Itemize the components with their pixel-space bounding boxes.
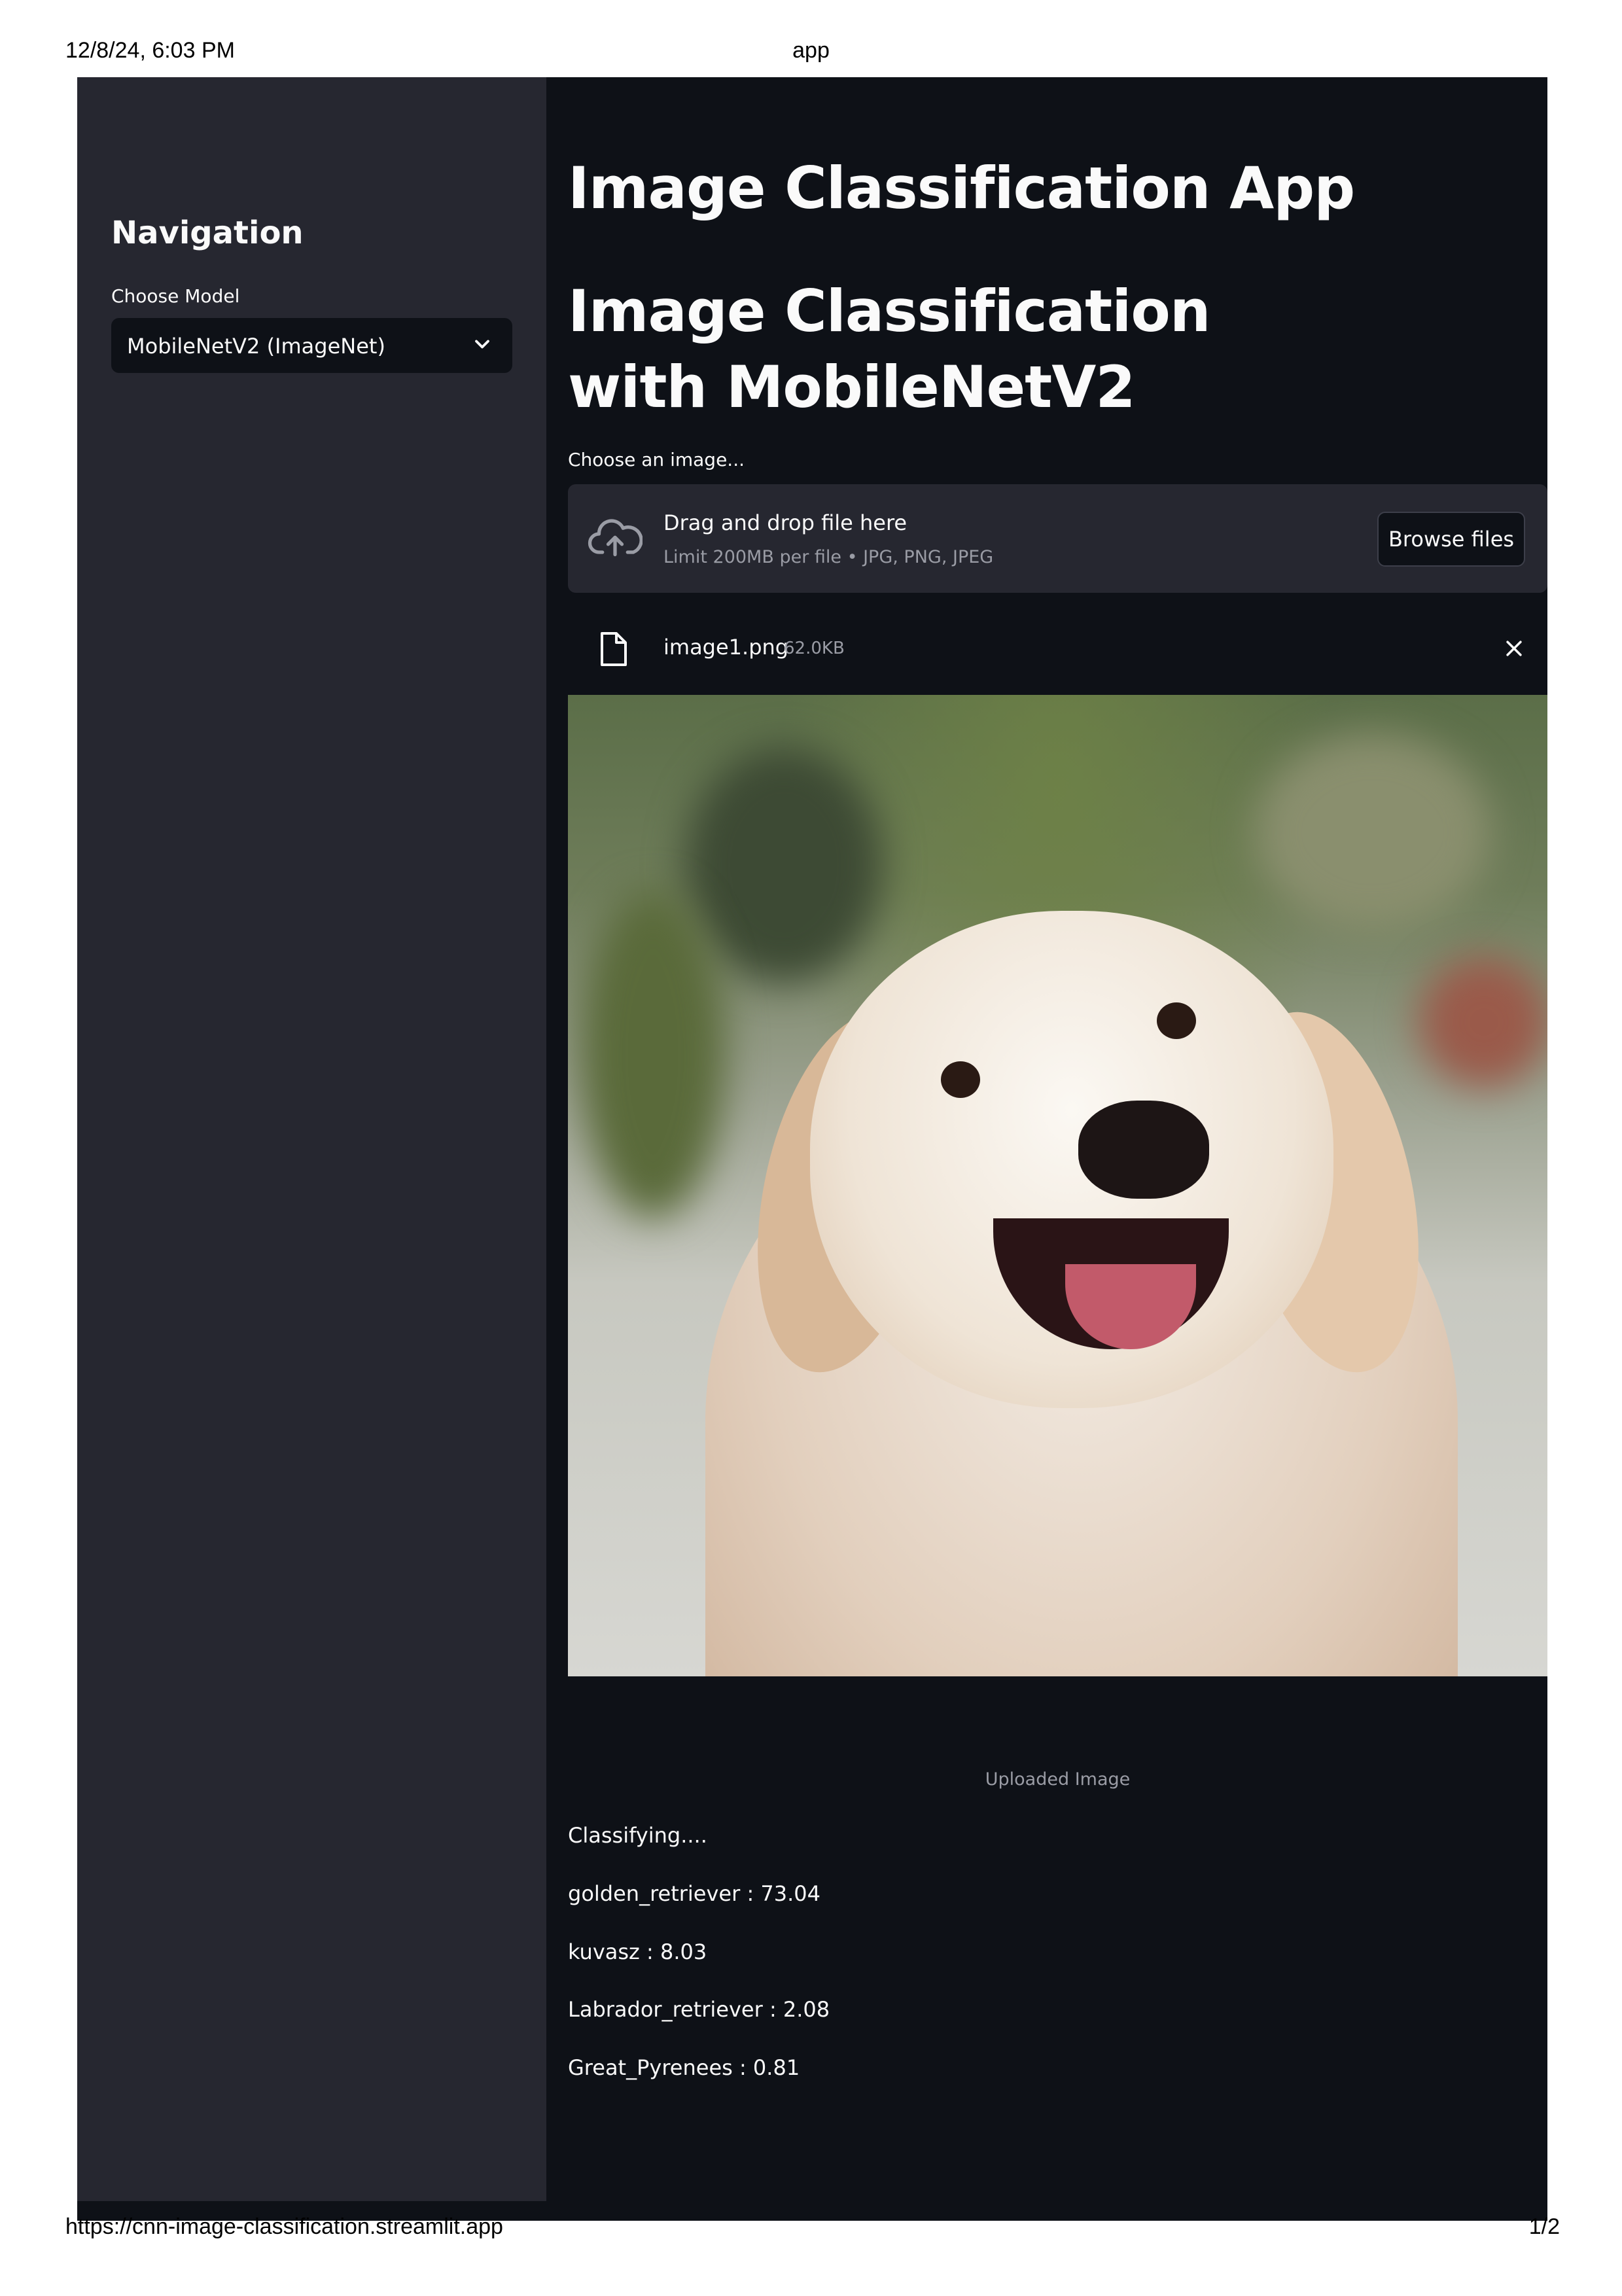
dropzone-title: Drag and drop file here [663,510,908,535]
image-caption: Uploaded Image [985,1769,1131,1790]
uploaded-file-name: image1.png [663,635,789,660]
prediction-item: Labrador_retriever : 2.08 [568,1997,830,2022]
uploaded-file-size: 62.0KB [784,639,845,658]
browse-files-button[interactable]: Browse files [1377,512,1525,567]
print-footer: https://cnn-image-classification.streaml… [0,2214,1622,2253]
sidebar: Navigation Choose Model MobileNetV2 (Ima… [77,77,546,2201]
prediction-item: golden_retriever : 73.04 [568,1881,820,1906]
chevron-down-icon [475,340,489,349]
model-select-label: Choose Model [111,285,240,307]
file-dropzone[interactable]: Drag and drop file here Limit 200MB per … [568,484,1547,593]
prediction-item: kuvasz : 8.03 [568,1939,707,1964]
app-window: Navigation Choose Model MobileNetV2 (Ima… [77,77,1547,2221]
print-url: https://cnn-image-classification.streaml… [65,2214,503,2239]
model-select-value: MobileNetV2 (ImageNet) [127,334,385,359]
cloud-upload-icon [588,519,643,557]
page-title: Image Classification App [568,154,1355,222]
sidebar-title: Navigation [111,215,304,251]
uploader-label: Choose an image... [568,449,745,470]
status-text: Classifying.... [568,1823,707,1848]
prediction-item: Great_Pyrenees : 0.81 [568,2055,800,2080]
uploaded-file-row: image1.png 62.0KB [568,620,1547,679]
dropzone-limit: Limit 200MB per file • JPG, PNG, JPEG [663,547,994,567]
file-icon [601,632,627,666]
print-page-number: 1/2 [1528,2214,1560,2239]
page-subtitle: Image Classification with MobileNetV2 [568,277,1211,421]
main-content: Image Classification App Image Classific… [568,77,1547,2221]
close-icon[interactable] [1503,637,1525,660]
print-title: app [792,38,830,63]
print-header: 12/8/24, 6:03 PM app [0,38,1622,77]
uploaded-image [568,695,1547,1676]
model-select[interactable]: MobileNetV2 (ImageNet) [111,318,512,373]
